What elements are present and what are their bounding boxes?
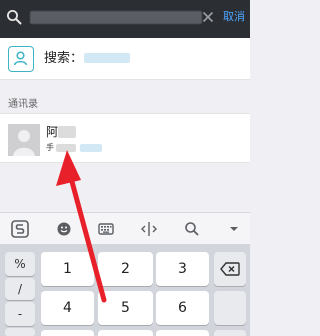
- search-suggestion-row[interactable]: 搜索：: [0, 38, 250, 80]
- key-slash[interactable]: /: [5, 278, 35, 300]
- emoji-icon[interactable]: [54, 219, 74, 239]
- numeric-keyboard: % / - 1 2 3 4 5 6: [0, 244, 250, 336]
- key-4[interactable]: 4: [41, 291, 94, 325]
- keyboard-icon[interactable]: [96, 219, 116, 239]
- contact-result-row[interactable]: 阿 手: [0, 113, 250, 163]
- contact-phone-label: 手: [46, 143, 54, 152]
- keyboard-search-icon[interactable]: [182, 219, 202, 239]
- key-8-partial[interactable]: [98, 330, 153, 336]
- key-right-2[interactable]: [214, 291, 246, 325]
- search-input[interactable]: [30, 11, 202, 24]
- key-9-partial[interactable]: [156, 330, 209, 336]
- contact-phone-highlight: [80, 144, 102, 152]
- key-2[interactable]: 2: [98, 252, 153, 286]
- person-search-icon: [8, 46, 34, 72]
- search-suggestion-label: 搜索：: [44, 51, 84, 66]
- key-5[interactable]: 5: [98, 291, 153, 325]
- contact-phone-redacted: [56, 144, 76, 152]
- cursor-move-icon[interactable]: [139, 219, 159, 239]
- key-side-more[interactable]: [5, 328, 35, 336]
- backspace-key[interactable]: [214, 252, 246, 286]
- key-7-partial[interactable]: [41, 330, 94, 336]
- keyboard-toolbar: [0, 212, 250, 244]
- avatar: [8, 124, 40, 156]
- sogou-logo-icon[interactable]: [10, 219, 30, 239]
- contact-name: 阿: [46, 125, 59, 139]
- backspace-icon: [220, 262, 240, 276]
- key-1[interactable]: 1: [41, 252, 94, 286]
- cancel-button[interactable]: 取消: [223, 9, 245, 25]
- search-suggestion-query: [84, 53, 130, 63]
- clear-icon[interactable]: [202, 11, 214, 23]
- key-percent[interactable]: %: [5, 252, 35, 276]
- key-minus[interactable]: -: [5, 302, 35, 326]
- section-header-contacts: 通讯录: [8, 99, 38, 110]
- contact-name-redacted: [58, 126, 76, 138]
- key-right-3[interactable]: [214, 330, 246, 336]
- key-3[interactable]: 3: [156, 252, 209, 286]
- collapse-keyboard-icon[interactable]: [224, 219, 244, 239]
- search-icon[interactable]: [6, 9, 22, 25]
- search-bar: 取消: [0, 0, 250, 38]
- key-6[interactable]: 6: [156, 291, 209, 325]
